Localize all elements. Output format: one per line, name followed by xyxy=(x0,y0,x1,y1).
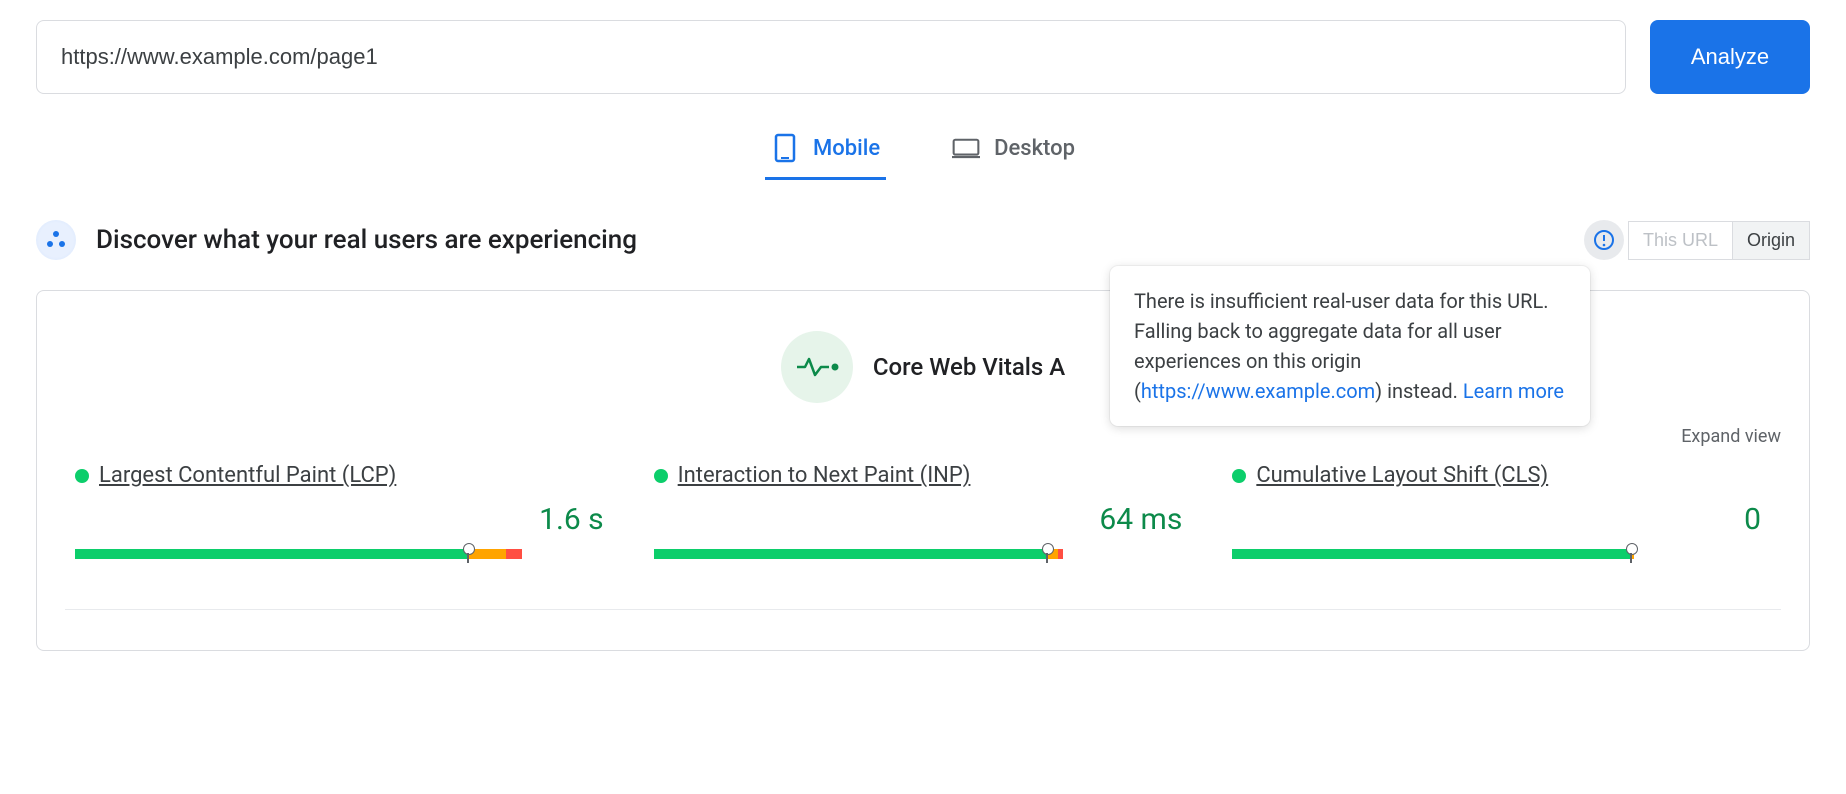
info-icon[interactable] xyxy=(1584,220,1624,260)
expand-view-link[interactable]: Expand view xyxy=(1681,426,1781,447)
metric-inp-name[interactable]: Interaction to Next Paint (INP) xyxy=(678,463,971,488)
cls-marker-icon xyxy=(1625,543,1637,563)
cwv-title: Core Web Vitals A xyxy=(873,353,1065,381)
tooltip-learn-more-link[interactable]: Learn more xyxy=(1463,379,1564,403)
cls-bar-green xyxy=(1232,549,1631,559)
metric-lcp-name[interactable]: Largest Contentful Paint (LCP) xyxy=(99,463,396,488)
scope-origin-button[interactable]: Origin xyxy=(1732,222,1809,259)
metric-lcp: Largest Contentful Paint (LCP) 1.6 s xyxy=(75,463,614,559)
lcp-bar-red xyxy=(506,549,522,559)
analyze-button[interactable]: Analyze xyxy=(1650,20,1810,94)
inp-marker-icon xyxy=(1041,543,1053,563)
scope-toggle: This URL Origin xyxy=(1628,221,1810,260)
metric-lcp-value: 1.6 s xyxy=(75,502,614,537)
lcp-bar-green xyxy=(75,549,468,559)
tooltip-origin-link[interactable]: https://www.example.com xyxy=(1141,379,1375,403)
status-dot-good-icon xyxy=(1232,469,1246,483)
vitals-pass-icon xyxy=(781,331,853,403)
metric-cls: Cumulative Layout Shift (CLS) 0 xyxy=(1232,463,1771,559)
metric-lcp-bar xyxy=(75,549,614,559)
crux-icon xyxy=(36,220,76,260)
metric-inp-bar xyxy=(654,549,1193,559)
url-input[interactable] xyxy=(36,20,1626,94)
section-title: Discover what your real users are experi… xyxy=(96,225,637,255)
status-dot-good-icon xyxy=(654,469,668,483)
tab-desktop[interactable]: Desktop xyxy=(946,124,1081,180)
mobile-icon xyxy=(771,134,799,162)
metrics-row: Largest Contentful Paint (LCP) 1.6 s Int… xyxy=(65,463,1781,559)
scope-controls: This URL Origin There is insufficient re… xyxy=(1584,220,1810,260)
status-dot-good-icon xyxy=(75,469,89,483)
metric-inp: Interaction to Next Paint (INP) 64 ms xyxy=(654,463,1193,559)
lcp-marker-icon xyxy=(462,543,474,563)
metric-cls-value: 0 xyxy=(1232,502,1771,537)
search-row: Analyze xyxy=(36,20,1810,94)
desktop-icon xyxy=(952,134,980,162)
info-tooltip: There is insufficient real-user data for… xyxy=(1110,266,1590,426)
tab-desktop-label: Desktop xyxy=(994,136,1075,161)
divider xyxy=(65,609,1781,610)
tab-mobile[interactable]: Mobile xyxy=(765,124,886,180)
inp-bar-green xyxy=(654,549,1047,559)
scope-this-url-button: This URL xyxy=(1629,222,1732,259)
device-tabs: Mobile Desktop xyxy=(36,124,1810,180)
tab-mobile-label: Mobile xyxy=(813,136,880,161)
metric-inp-value: 64 ms xyxy=(654,502,1193,537)
metric-cls-bar xyxy=(1232,549,1771,559)
tooltip-text-after: ) instead. xyxy=(1375,379,1463,403)
section-header: Discover what your real users are experi… xyxy=(36,220,1810,260)
metric-cls-name[interactable]: Cumulative Layout Shift (CLS) xyxy=(1256,463,1548,488)
inp-bar-red xyxy=(1058,549,1063,559)
